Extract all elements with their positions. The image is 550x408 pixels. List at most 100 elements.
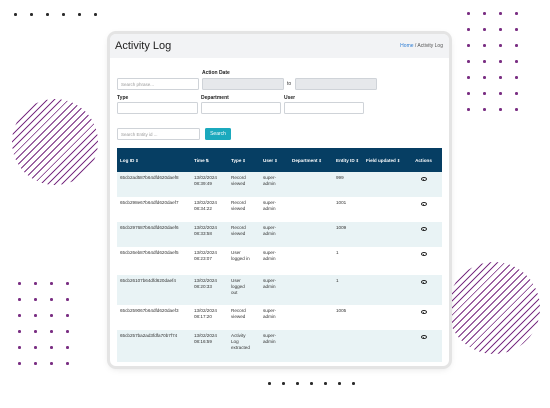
- decor-hatch-circle-right: [448, 262, 540, 354]
- user-cell: super-admin: [260, 330, 289, 362]
- col-type[interactable]: Type⇕: [228, 148, 260, 172]
- table-row: 65cb297687b64dfd620daef6 13/02/2024 08:33:…: [117, 222, 442, 247]
- table-header-row: Log ID⇕ Time⇅ Type⇕ User⇕ Department⇕ En…: [117, 148, 442, 172]
- actions-cell: [405, 305, 442, 330]
- col-log-id[interactable]: Log ID⇕: [117, 148, 191, 172]
- actions-cell: [405, 275, 442, 305]
- actions-cell: [405, 172, 442, 197]
- sort-icon[interactable]: ⇕: [397, 158, 400, 163]
- department-cell: [289, 330, 333, 362]
- table-row: 65cb259067b64dfd620daef3 13/02/2024 08:17:…: [117, 305, 442, 330]
- user-cell: super-admin: [260, 172, 289, 197]
- sort-icon[interactable]: ⇅: [206, 158, 209, 163]
- decor-dot: [78, 13, 81, 16]
- col-user[interactable]: User⇕: [260, 148, 289, 172]
- eye-icon[interactable]: [420, 310, 427, 314]
- decor-dot: [66, 362, 69, 365]
- decor-dot: [34, 298, 37, 301]
- decor-dot: [467, 76, 470, 79]
- decor-dot: [483, 76, 486, 79]
- department-cell: [289, 305, 333, 330]
- log-id-cell: 65cb26eb87b64dfd620daef5: [117, 247, 191, 275]
- decor-dot: [296, 382, 299, 385]
- user-cell: super-admin: [260, 305, 289, 330]
- col-actions: Actions: [405, 148, 442, 172]
- eye-icon[interactable]: [420, 202, 427, 206]
- search-phrase-input[interactable]: Search phrase...: [117, 78, 199, 90]
- department-cell: [289, 197, 333, 222]
- department-cell: [289, 172, 333, 197]
- date-to-label: to: [287, 81, 292, 87]
- action-date-label: Action Date: [202, 70, 230, 76]
- decor-dot: [34, 314, 37, 317]
- sort-icon[interactable]: ⇕: [135, 158, 138, 163]
- decor-dot: [66, 298, 69, 301]
- user-cell: super-admin: [260, 247, 289, 275]
- department-cell: [289, 222, 333, 247]
- type-cell: User logged out: [228, 275, 260, 305]
- table-row: 65cb26eb87b64dfd620daef5 13/02/2024 08:23:…: [117, 247, 442, 275]
- breadcrumb-home-link[interactable]: Home: [400, 43, 413, 49]
- user-cell: super-admin: [260, 222, 289, 247]
- decor-dot: [467, 28, 470, 31]
- eye-icon[interactable]: [420, 252, 427, 256]
- decor-dot: [483, 28, 486, 31]
- decor-dot: [50, 314, 53, 317]
- eye-icon[interactable]: [420, 227, 427, 231]
- eye-icon[interactable]: [420, 280, 427, 284]
- actions-cell: [405, 247, 442, 275]
- log-id-cell: 65cb26107b64dfd620daef4: [117, 275, 191, 305]
- decor-dot: [499, 60, 502, 63]
- decor-dot: [467, 60, 470, 63]
- entity-id-search-input[interactable]: Search Entity id ...: [117, 128, 200, 140]
- decor-dot: [499, 92, 502, 95]
- decor-dot: [499, 12, 502, 15]
- decor-dot: [46, 13, 49, 16]
- user-label: User: [284, 95, 296, 101]
- decor-dot: [14, 13, 17, 16]
- decor-dot: [515, 108, 518, 111]
- log-id-cell: 65cb298e67b64dfd620daef7: [117, 197, 191, 222]
- department-select[interactable]: [201, 102, 281, 114]
- type-label: Type: [117, 95, 129, 101]
- type-cell: User logged in: [228, 247, 260, 275]
- log-id-cell: 65cb2ad587b64dfd620daef8: [117, 172, 191, 197]
- decor-dot: [483, 60, 486, 63]
- eye-icon[interactable]: [420, 177, 427, 181]
- entity-id-cell: 1: [333, 275, 363, 305]
- field-updated-cell: [363, 275, 405, 305]
- search-button[interactable]: Search: [205, 128, 231, 140]
- sort-icon[interactable]: ⇕: [356, 158, 359, 163]
- field-updated-cell: [363, 197, 405, 222]
- col-time[interactable]: Time⇅: [191, 148, 228, 172]
- user-select[interactable]: [284, 102, 364, 114]
- entity-id-cell: 1005: [333, 305, 363, 330]
- decor-dot: [483, 44, 486, 47]
- department-label: Department: [201, 95, 229, 101]
- decor-dot: [18, 330, 21, 333]
- type-select[interactable]: [117, 102, 198, 114]
- decor-dot: [34, 282, 37, 285]
- decor-dot: [66, 330, 69, 333]
- card-header: Activity Log Home / Activity Log: [110, 34, 449, 58]
- table-row: 65cb2ad587b64dfd620daef8 13/02/2024 08:39:…: [117, 172, 442, 197]
- sort-icon[interactable]: ⇕: [274, 158, 277, 163]
- table-row: 65cb257ba2ad3fdfa70b7f74 13/02/2024 08:16:…: [117, 330, 442, 362]
- action-date-from-input[interactable]: [202, 78, 284, 90]
- action-date-to-input[interactable]: [295, 78, 377, 90]
- col-field-updated[interactable]: Field updated⇕: [363, 148, 405, 172]
- time-cell: 13/02/2024 08:34:22: [191, 197, 228, 222]
- time-cell: 13/02/2024 08:20:33: [191, 275, 228, 305]
- decor-dot: [50, 362, 53, 365]
- eye-icon[interactable]: [420, 335, 427, 339]
- sort-icon[interactable]: ⇕: [242, 158, 245, 163]
- sort-icon[interactable]: ⇕: [319, 158, 322, 163]
- decor-dot: [499, 44, 502, 47]
- decor-dot: [515, 28, 518, 31]
- decor-dot: [18, 362, 21, 365]
- col-department[interactable]: Department⇕: [289, 148, 333, 172]
- time-cell: 13/02/2024 08:39:49: [191, 172, 228, 197]
- col-entity-id[interactable]: Entity ID⇕: [333, 148, 363, 172]
- decor-dot: [34, 330, 37, 333]
- decor-dot: [483, 12, 486, 15]
